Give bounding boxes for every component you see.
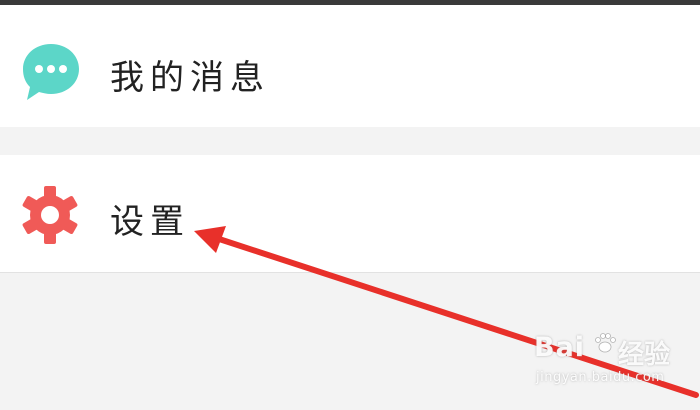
watermark-url: jingyan.baidu.com: [536, 370, 665, 385]
chat-bubble-icon: [23, 44, 79, 100]
baidu-jingyan-watermark: Bai 经验 jingyan.baidu.com: [534, 330, 684, 400]
menu-item-label: 我的消息: [110, 58, 270, 98]
menu-item-my-messages[interactable]: 我的消息: [0, 5, 700, 127]
menu-item-label: 设置: [110, 202, 190, 242]
gear-icon: [22, 186, 78, 244]
watermark-brand-text: 经验: [618, 340, 671, 370]
paw-icon: [595, 333, 616, 353]
watermark-logo-text: Bai: [534, 332, 586, 363]
menu-item-settings[interactable]: 设置: [0, 155, 700, 273]
